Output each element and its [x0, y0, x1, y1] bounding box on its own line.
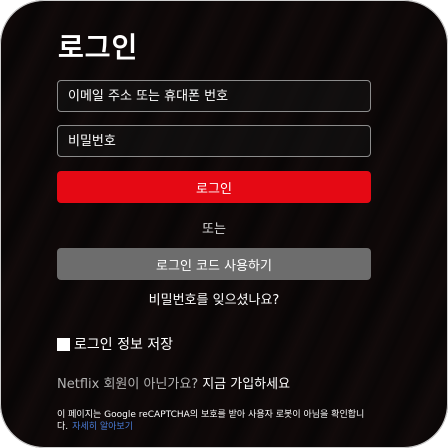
- remember-me-checkbox[interactable]: [57, 337, 70, 351]
- or-divider-text: 또는: [202, 222, 226, 237]
- password-field[interactable]: [57, 125, 371, 157]
- forgot-password-link[interactable]: 비밀번호를 잊으셨나요?: [57, 289, 371, 308]
- remember-me[interactable]: 로그인 정보 저장: [57, 334, 173, 354]
- recaptcha-notice: 이 페이지는 Google reCAPTCHA의 보호를 받아 사용자 로봇이 …: [57, 409, 373, 433]
- login-panel: 로그인 로그인 또는 로그인 코드 사용하기 비밀번호를 잊으셨나요? 로그인 …: [0, 0, 448, 448]
- signup-prompt: Netflix 회원이 아닌가요?: [57, 377, 199, 392]
- signup-row: Netflix 회원이 아닌가요? 지금 가입하세요: [57, 373, 290, 392]
- signup-link[interactable]: 지금 가입하세요: [202, 377, 290, 392]
- remember-me-label: 로그인 정보 저장: [74, 337, 174, 353]
- page-title: 로그인: [58, 31, 139, 64]
- learn-more-link[interactable]: 자세히 알아보기: [72, 422, 133, 432]
- login-button[interactable]: 로그인: [57, 171, 371, 203]
- use-login-code-button[interactable]: 로그인 코드 사용하기: [57, 248, 371, 280]
- email-field[interactable]: [57, 80, 371, 112]
